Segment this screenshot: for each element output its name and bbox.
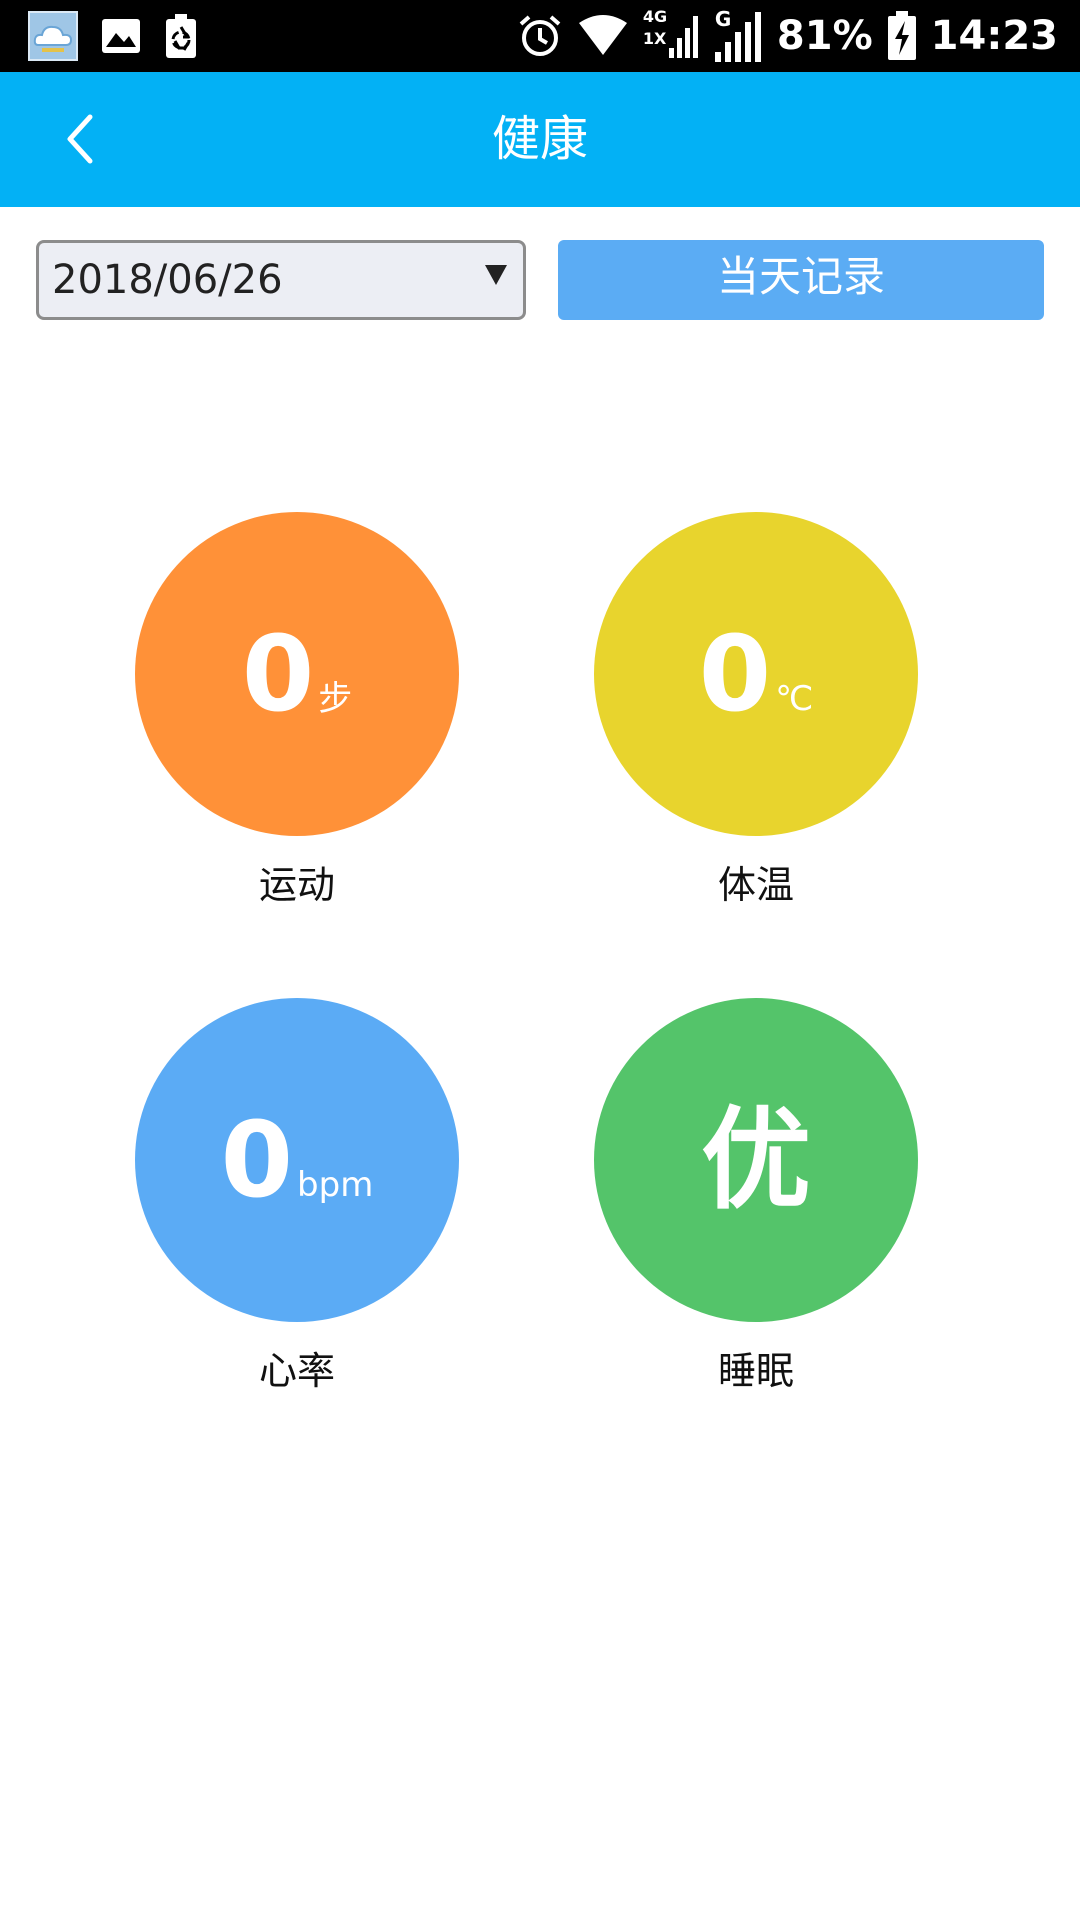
page-title: 健康 (491, 111, 588, 167)
clock: 14:23 (930, 13, 1058, 59)
date-value: 2018/06/26 (52, 257, 283, 303)
temperature-circle[interactable]: 0 ℃ (594, 512, 918, 836)
status-bar: 4G 1X G 81% 14:23 (0, 0, 1080, 72)
signal-strength-icon (714, 12, 761, 62)
signal-icon: G (713, 8, 763, 64)
steps-unit: 步 (318, 679, 353, 719)
battery-percent: 81% (776, 13, 873, 59)
status-bar-system: 4G 1X G 81% 14:23 (517, 0, 1058, 72)
heart-rate-unit: bpm (297, 1165, 374, 1205)
heart-rate-circle[interactable]: 0 bpm (135, 998, 459, 1322)
date-select[interactable]: 2018/06/26 (36, 240, 526, 320)
signal-bars-icon (668, 16, 698, 58)
battery-charging-icon (887, 11, 916, 60)
metric-steps[interactable]: 0 步 运动 (135, 512, 459, 909)
sleep-label: 睡眠 (717, 1349, 794, 1393)
metric-heart-rate[interactable]: 0 bpm 心率 (135, 998, 459, 1395)
network-type: 4G 1X (643, 8, 699, 64)
steps-label: 运动 (258, 863, 335, 907)
image-icon (102, 19, 140, 53)
today-record-button[interactable]: 当天记录 (558, 240, 1044, 320)
heart-rate-value: 0 (220, 1099, 294, 1221)
network-label: 4G (642, 7, 668, 26)
sleep-grade: 优 (701, 1096, 811, 1224)
cloud-app-icon (28, 11, 78, 61)
app-bar: 健康 (0, 72, 1080, 207)
metric-sleep[interactable]: 优 睡眠 (594, 998, 918, 1395)
temperature-label: 体温 (717, 863, 794, 907)
network-sub-label: 1X (642, 29, 667, 48)
wifi-icon (578, 15, 627, 55)
dropdown-arrow-icon (485, 265, 507, 285)
heart-rate-label: 心率 (258, 1349, 335, 1393)
temperature-unit: ℃ (775, 679, 814, 719)
temperature-value: 0 (698, 613, 772, 735)
steps-value: 0 (241, 613, 315, 735)
steps-circle[interactable]: 0 步 (135, 512, 459, 836)
status-bar-notifications (28, 10, 198, 62)
alarm-icon (519, 15, 561, 56)
metric-temperature[interactable]: 0 ℃ 体温 (594, 512, 918, 909)
recycle-icon (166, 14, 196, 58)
sleep-circle[interactable]: 优 (594, 998, 918, 1322)
